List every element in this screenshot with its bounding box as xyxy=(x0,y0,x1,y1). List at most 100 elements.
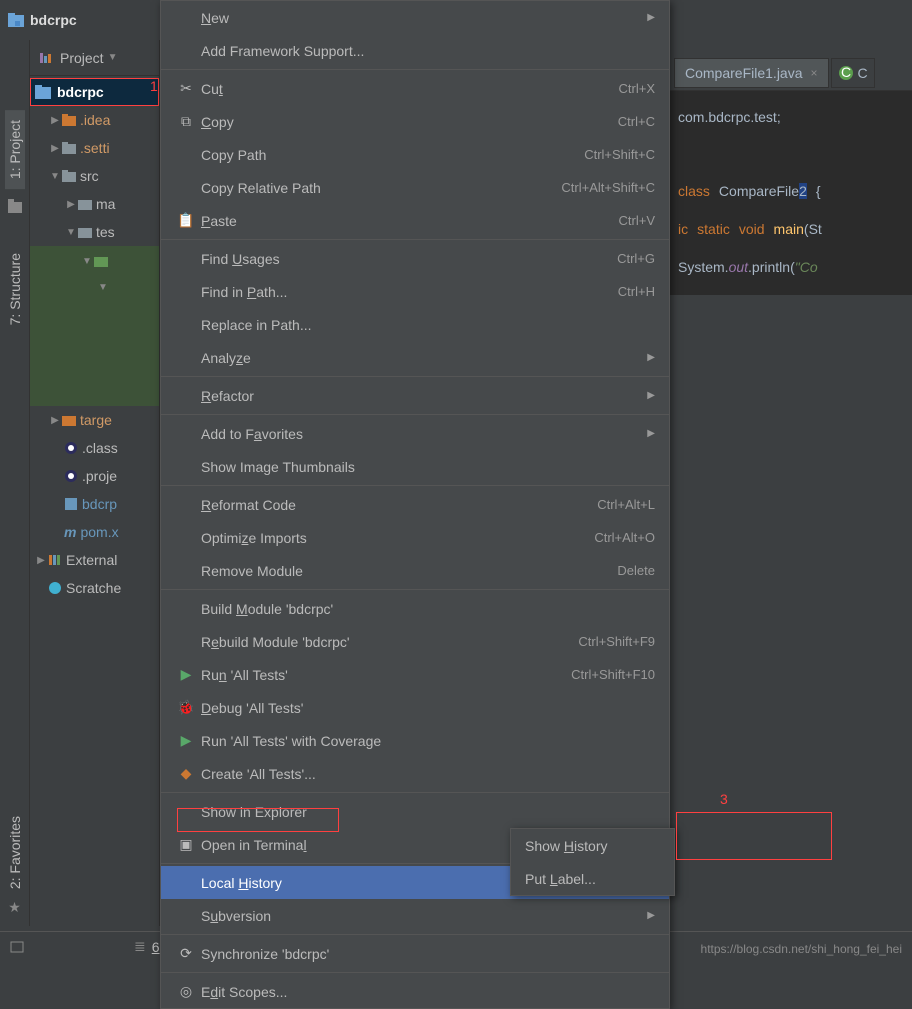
folder-icon xyxy=(62,170,76,182)
watermark: https://blog.csdn.net/shi_hong_fei_hei xyxy=(701,942,902,956)
collapse-icon[interactable] xyxy=(80,256,94,267)
tree-tes[interactable]: tes xyxy=(30,218,159,246)
run-icon: ▶ xyxy=(175,666,197,683)
annotation-1: 1 xyxy=(150,78,158,94)
scopes-icon: ◎ xyxy=(175,983,197,1000)
tree-classpath[interactable]: .class xyxy=(30,434,159,462)
menu-separator xyxy=(161,792,669,793)
folder-icon xyxy=(62,142,76,154)
menu-copy-path[interactable]: Copy PathCtrl+Shift+C xyxy=(161,138,669,171)
menu-replace-path[interactable]: Replace in Path... xyxy=(161,308,669,341)
menu-rebuild[interactable]: Rebuild Module 'bdcrpc'Ctrl+Shift+F9 xyxy=(161,625,669,658)
menu-reformat[interactable]: Reformat CodeCtrl+Alt+L xyxy=(161,488,669,521)
breadcrumb-root[interactable]: bdcrpc xyxy=(30,12,77,28)
expand-icon[interactable] xyxy=(64,199,78,210)
debug-icon: 🐞 xyxy=(175,699,197,716)
menu-analyze[interactable]: Analyze▶ xyxy=(161,341,669,374)
editor-tab-next[interactable]: C C xyxy=(831,58,875,88)
sync-icon: ⟳ xyxy=(175,945,197,962)
close-icon[interactable]: × xyxy=(811,66,818,80)
menu-optimize[interactable]: Optimize ImportsCtrl+Alt+O xyxy=(161,521,669,554)
project-view-selector[interactable]: Project ▼ xyxy=(30,40,159,76)
expand-icon[interactable] xyxy=(48,415,62,426)
menu-favorites[interactable]: Add to Favorites▶ xyxy=(161,417,669,450)
annotation-3: 3 xyxy=(720,791,728,807)
menu-sync[interactable]: ⟳Synchronize 'bdcrpc' xyxy=(161,937,669,970)
tab-favorites[interactable]: 2: Favorites xyxy=(5,806,25,899)
project-view-label: Project xyxy=(60,50,104,66)
chevron-down-icon: ▼ xyxy=(108,52,118,63)
submenu-show-history[interactable]: Show History xyxy=(511,829,674,862)
menu-new[interactable]: New▶ xyxy=(161,1,669,34)
tree-iml[interactable]: bdcrp xyxy=(30,490,159,518)
collapse-icon[interactable] xyxy=(64,227,78,238)
tree-scratches[interactable]: Scratche xyxy=(30,574,159,602)
menu-thumbnails[interactable]: Show Image Thumbnails xyxy=(161,450,669,483)
menu-remove[interactable]: Remove ModuleDelete xyxy=(161,554,669,587)
tab-structure[interactable]: 7: Structure xyxy=(5,243,25,335)
tree-idea[interactable]: .idea xyxy=(30,106,159,134)
tree-root-bdcrpc[interactable]: bdcrpc xyxy=(30,78,159,106)
menu-paste[interactable]: 📋PasteCtrl+V xyxy=(161,204,669,237)
expand-icon[interactable] xyxy=(48,115,62,126)
menu-separator xyxy=(161,589,669,590)
menu-separator xyxy=(161,414,669,415)
folder-icon xyxy=(94,255,108,267)
library-icon xyxy=(48,553,62,567)
menu-find-usages[interactable]: Find UsagesCtrl+G xyxy=(161,242,669,275)
collapse-icon[interactable] xyxy=(96,282,110,293)
class-icon: C xyxy=(838,65,854,81)
menu-add-framework[interactable]: Add Framework Support... xyxy=(161,34,669,67)
menu-create-tests[interactable]: ◆Create 'All Tests'... xyxy=(161,757,669,790)
submenu-put-label[interactable]: Put Label... xyxy=(511,862,674,895)
menu-debug[interactable]: 🐞Debug 'All Tests' xyxy=(161,691,669,724)
tree-target[interactable]: targe xyxy=(30,406,159,434)
editor-tab[interactable]: CompareFile1.java × xyxy=(674,58,829,88)
expand-icon[interactable] xyxy=(34,555,48,566)
tree-src[interactable]: src xyxy=(30,162,159,190)
folder-icon xyxy=(78,198,92,210)
menu-separator xyxy=(161,69,669,70)
menu-refactor[interactable]: Refactor▶ xyxy=(161,379,669,412)
svg-text:C: C xyxy=(840,65,850,80)
menu-copy[interactable]: ⧉CopyCtrl+C xyxy=(161,105,669,138)
menu-cut[interactable]: ✂CutCtrl+X xyxy=(161,72,669,105)
tree-item[interactable] xyxy=(30,246,159,276)
folder-tab-icon xyxy=(8,199,22,213)
tool-window-tabs: 1: Project 7: Structure 2: Favorites ★ xyxy=(0,40,30,926)
module-icon xyxy=(64,497,78,511)
star-icon: ★ xyxy=(8,899,21,916)
tree-settings[interactable]: .setti xyxy=(30,134,159,162)
menu-separator xyxy=(161,934,669,935)
collapse-icon[interactable] xyxy=(48,171,62,182)
eclipse-icon xyxy=(64,469,78,483)
menu-explorer[interactable]: Show in Explorer xyxy=(161,795,669,828)
menu-edit-scopes[interactable]: ◎Edit Scopes... xyxy=(161,975,669,1008)
tree-project-file[interactable]: .proje xyxy=(30,462,159,490)
menu-find-path[interactable]: Find in Path...Ctrl+H xyxy=(161,275,669,308)
editor-panel: CompareFile1.java × C C com.bdcrpc.test;… xyxy=(670,55,912,295)
module-icon xyxy=(8,13,24,27)
window-icon[interactable] xyxy=(10,940,24,954)
eclipse-icon xyxy=(64,441,78,455)
menu-run[interactable]: ▶Run 'All Tests'Ctrl+Shift+F10 xyxy=(161,658,669,691)
menu-copy-rel-path[interactable]: Copy Relative PathCtrl+Alt+Shift+C xyxy=(161,171,669,204)
module-icon xyxy=(35,85,51,99)
tab-project[interactable]: 1: Project xyxy=(5,110,25,189)
tree-item[interactable] xyxy=(30,276,159,406)
tab-label: CompareFile1.java xyxy=(685,65,803,81)
terminal-icon: ▣ xyxy=(175,836,197,853)
copy-icon: ⧉ xyxy=(175,113,197,130)
menu-subversion[interactable]: Subversion▶ xyxy=(161,899,669,932)
tree-pom[interactable]: mpom.x xyxy=(30,518,159,546)
tree-ma[interactable]: ma xyxy=(30,190,159,218)
expand-icon[interactable] xyxy=(48,143,62,154)
tree-external[interactable]: External xyxy=(30,546,159,574)
menu-separator xyxy=(161,972,669,973)
menu-separator xyxy=(161,485,669,486)
menu-coverage[interactable]: ▶Run 'All Tests' with Coverage xyxy=(161,724,669,757)
code-area[interactable]: com.bdcrpc.test; class CompareFile2 { ic… xyxy=(670,91,912,295)
cut-icon: ✂ xyxy=(175,80,197,97)
create-icon: ◆ xyxy=(175,765,197,782)
menu-build[interactable]: Build Module 'bdcrpc' xyxy=(161,592,669,625)
